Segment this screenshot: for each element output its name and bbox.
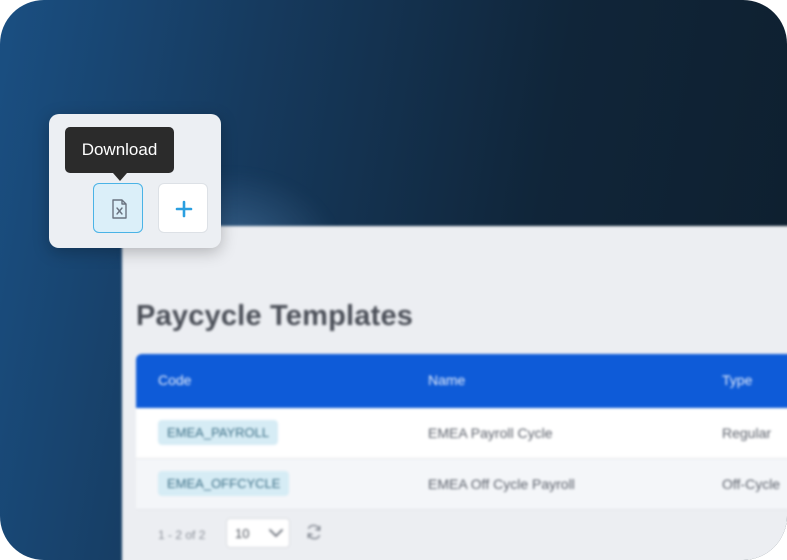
column-header-type[interactable]: Type (722, 372, 752, 388)
name-cell: EMEA Payroll Cycle (428, 425, 553, 441)
excel-file-icon (112, 199, 127, 219)
tooltip-arrow (113, 173, 127, 181)
add-template-button[interactable] (158, 183, 208, 233)
table-header: Code Name Type (136, 354, 787, 408)
templates-table: Code Name Type EMEA_PAYROLL EMEA Payroll… (136, 354, 787, 510)
download-tooltip: Download (65, 127, 174, 173)
page-size-value: 10 (235, 526, 250, 541)
table-footer: 1 - 2 of 2 10 (136, 510, 787, 556)
type-cell: Off-Cycle (722, 476, 781, 492)
page-size-select[interactable]: 10 (226, 518, 290, 548)
templates-panel: Paycycle Templates Code Name Type EMEA_P… (122, 226, 787, 560)
code-badge: EMEA_OFFCYCLE (158, 471, 290, 496)
app-frame: Paycycle Templates Code Name Type EMEA_P… (0, 0, 787, 560)
download-button[interactable] (93, 183, 143, 233)
column-header-name[interactable]: Name (428, 372, 465, 388)
type-cell: Regular (722, 425, 772, 441)
refresh-icon[interactable] (304, 522, 324, 542)
code-badge: EMEA_PAYROLL (158, 420, 279, 445)
table-row[interactable]: EMEA_OFFCYCLE EMEA Off Cycle Payroll Off… (136, 459, 787, 510)
page-title: Paycycle Templates (136, 300, 414, 332)
toolbar-popover: Download (49, 114, 221, 248)
table-row[interactable]: EMEA_PAYROLL EMEA Payroll Cycle Regular (136, 408, 787, 459)
column-header-code[interactable]: Code (158, 372, 191, 388)
plus-icon (175, 200, 193, 218)
pagination-range: 1 - 2 of 2 (158, 528, 206, 542)
name-cell: EMEA Off Cycle Payroll (428, 476, 575, 492)
chevron-down-icon (269, 529, 283, 537)
